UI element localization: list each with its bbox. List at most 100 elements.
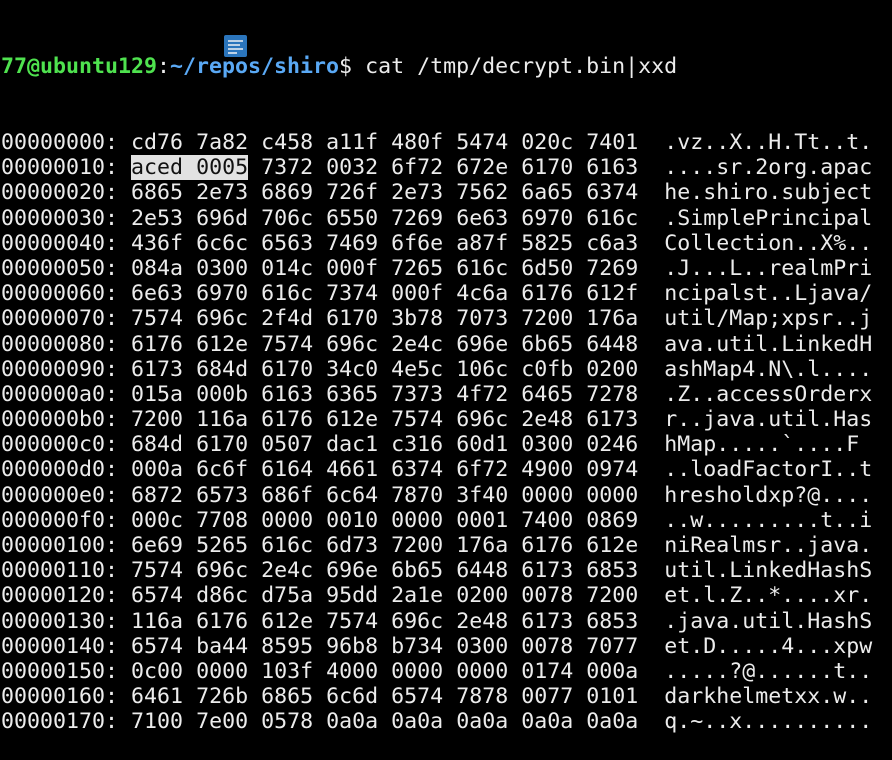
hex-group: 0a0a [391, 709, 444, 735]
hex-group: 7278 [586, 381, 639, 407]
hex-row: 00000150: 0c00 0000 103f 4000 0000 0000 … [1, 658, 873, 684]
row-ascii: ..w.........t..i [664, 507, 873, 533]
hex-group: 6c6d [326, 684, 379, 710]
hex-group: 616c [456, 255, 509, 281]
hex-group: 0174 [521, 658, 574, 684]
hex-group: 6970 [521, 205, 574, 231]
hex-group: 7562 [456, 180, 509, 206]
hex-group: ba44 [196, 633, 249, 659]
hex-group: 696c [456, 407, 509, 433]
hex-group: 6163 [261, 381, 314, 407]
hex-group: 2e48 [521, 407, 574, 433]
hex-group: 96b8 [326, 633, 379, 659]
hex-group: 7574 [326, 608, 379, 634]
hex-group: 0000 [261, 507, 314, 533]
row-offset: 00000070 [1, 306, 106, 332]
hex-group: 0300 [521, 432, 574, 458]
hex-group: 0507 [261, 432, 314, 458]
hex-group: 0974 [586, 457, 639, 483]
row-offset: 00000010 [1, 155, 106, 181]
hex-group: 7401 [586, 130, 639, 155]
hex-group: 0246 [586, 432, 639, 458]
hex-group: 4c6a [456, 281, 509, 307]
hex-row: 000000a0: 015a 000b 6163 6365 7373 4f72 … [1, 381, 873, 407]
hex-group: 6e63 [131, 281, 184, 307]
row-offset: 00000160 [1, 684, 106, 710]
hex-group: c6a3 [586, 230, 639, 256]
hex-group: 6853 [586, 558, 639, 584]
hex-group: 6b65 [521, 331, 574, 357]
hex-group: 5825 [521, 230, 574, 256]
hex-row: 00000040: 436f 6c6c 6563 7469 6f6e a87f … [1, 230, 873, 256]
hex-group: 6170 [196, 432, 249, 458]
hex-group: 726b [196, 684, 249, 710]
hex-group: 696d [196, 205, 249, 231]
hex-group: 696c [196, 558, 249, 584]
row-offset: 000000c0 [1, 432, 106, 458]
row-offset: 00000130 [1, 608, 106, 634]
row-ascii: .java.util.HashS [664, 608, 873, 634]
hex-group: 4000 [326, 658, 379, 684]
hex-group: c0fb [521, 356, 574, 382]
row-ascii: ncipalst..Ljava/ [664, 281, 873, 307]
hex-group: 0000 [391, 658, 444, 684]
row-offset: 00000040 [1, 230, 106, 256]
hex-group: 7574 [131, 306, 184, 332]
hex-group: 6173 [131, 356, 184, 382]
hex-group: 480f [391, 130, 444, 155]
hex-group: 7100 [131, 709, 184, 735]
hex-row: 000000d0: 000a 6c6f 6164 4661 6374 6f72 … [1, 457, 873, 483]
hex-group: 000f [326, 255, 379, 281]
hex-group: 014c [261, 255, 314, 281]
hex-group: 084a [131, 255, 184, 281]
hex-group: 4f72 [456, 381, 509, 407]
hex-group: 000b [196, 381, 249, 407]
hex-group: 0a0a [326, 709, 379, 735]
hex-group: c458 [261, 130, 314, 155]
hex-group: 7574 [131, 558, 184, 584]
hex-group: 6574 [391, 684, 444, 710]
terminal[interactable]: 77@ubuntu129:~/repos/shiro$ cat /tmp/dec… [1, 4, 872, 760]
hex-group: 2e73 [196, 180, 249, 206]
hex-group: 6f72 [391, 155, 444, 181]
hex-group: 6970 [196, 281, 249, 307]
row-ascii: he.shiro.subject [664, 180, 873, 206]
hex-group: 0077 [521, 684, 574, 710]
row-ascii: hMap.....`....F [664, 432, 860, 458]
hex-group: 2e4c [391, 331, 444, 357]
hex-group: 6865 [131, 180, 184, 206]
row-ascii: util/Map;xpsr..j [664, 306, 873, 332]
hex-group: 6e63 [456, 205, 509, 231]
hex-row: 00000060: 6e63 6970 616c 7374 000f 4c6a … [1, 281, 873, 307]
hex-group: 6872 [131, 482, 184, 508]
hex-group: 0200 [586, 356, 639, 382]
hex-group: a87f [456, 230, 509, 256]
hex-group: 7269 [586, 255, 639, 281]
hex-row: 00000130: 116a 6176 612e 7574 696c 2e48 … [1, 608, 873, 634]
hex-group: 0300 [196, 255, 249, 281]
hex-group: b734 [391, 633, 444, 659]
hex-group: 6550 [326, 205, 379, 231]
hex-row: 00000080: 6176 612e 7574 696c 2e4c 696e … [1, 331, 873, 357]
hex-group: 6173 [586, 407, 639, 433]
hex-group: 176a [456, 533, 509, 558]
hex-group: 0078 [521, 633, 574, 659]
hex-group: 616c [261, 533, 314, 558]
hex-row: 000000c0: 684d 6170 0507 dac1 c316 60d1 … [1, 432, 860, 458]
row-offset: 00000000 [1, 130, 106, 155]
hex-group: 020c [521, 130, 574, 155]
row-ascii: r..java.util.Has [664, 407, 873, 433]
hex-group: 7469 [326, 230, 379, 256]
hex-group: 7708 [196, 507, 249, 533]
row-offset: 000000f0 [1, 507, 106, 533]
hex-group: 6a65 [521, 180, 574, 206]
hex-group: 0300 [456, 633, 509, 659]
hex-group: 612f [586, 281, 639, 307]
hex-group: 0869 [586, 507, 639, 533]
floating-toolbar-icon[interactable] [224, 35, 247, 57]
row-offset: 00000050 [1, 255, 106, 281]
hex-group: cd76 [131, 130, 184, 155]
row-offset: 00000150 [1, 658, 106, 684]
row-ascii: ava.util.LinkedH [664, 331, 873, 357]
hex-group: 60d1 [456, 432, 509, 458]
